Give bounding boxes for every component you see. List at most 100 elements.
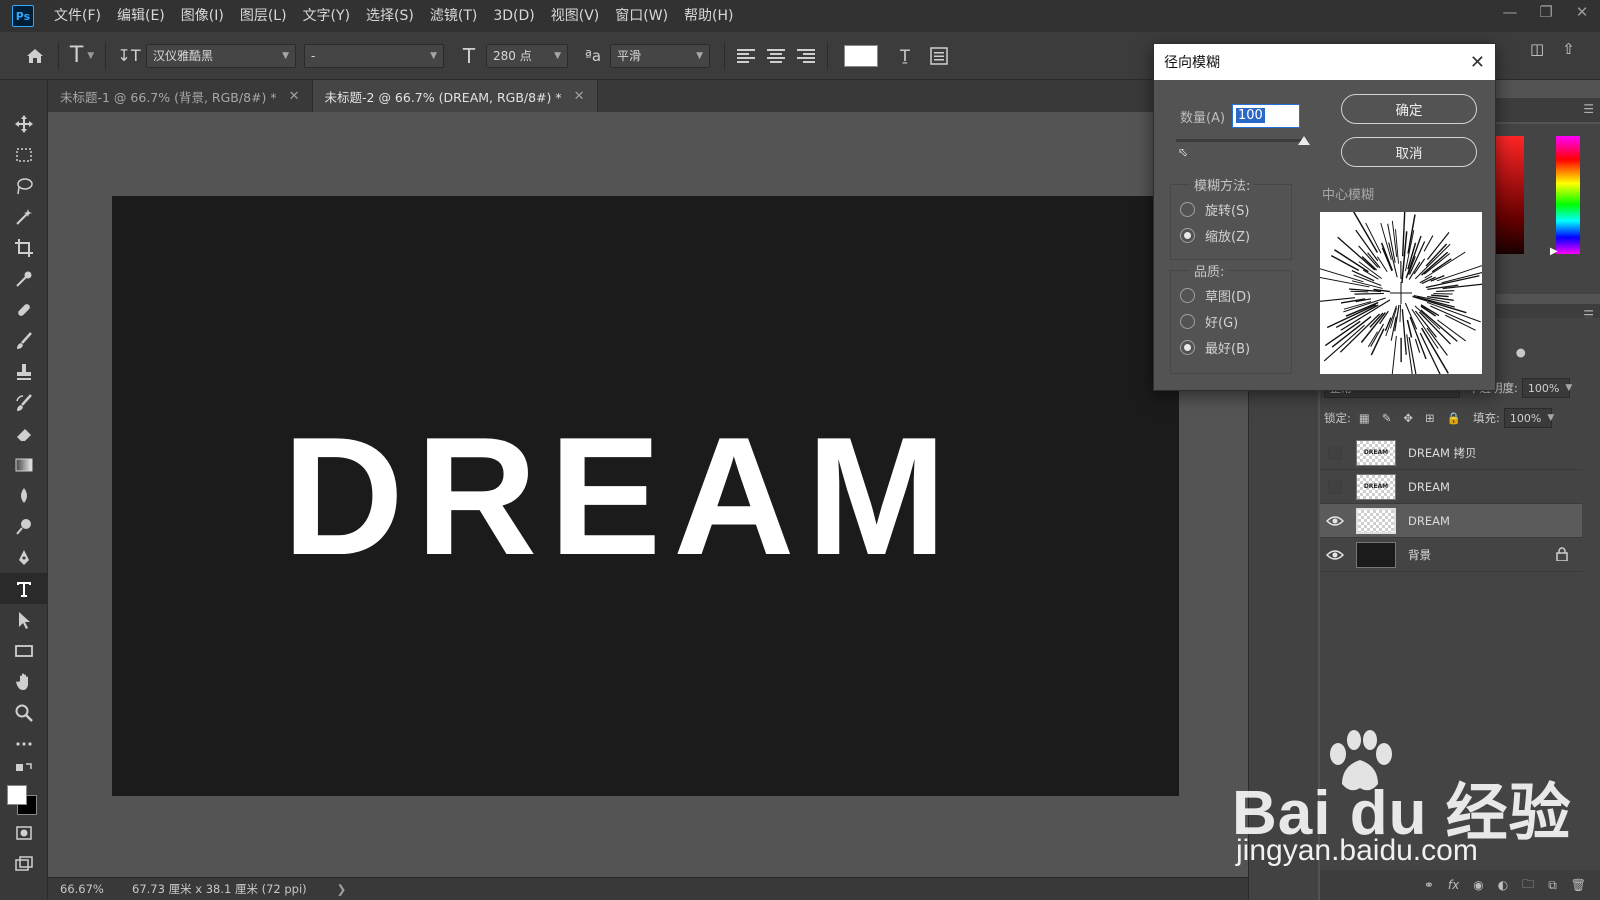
blur-tool-icon[interactable] [0,480,48,511]
home-icon[interactable] [18,39,52,73]
visibility-toggle[interactable] [1320,504,1350,538]
type-tool-icon[interactable] [0,573,48,604]
trash-icon[interactable]: 🗑 [1571,878,1586,892]
minimize-icon[interactable]: — [1492,0,1528,24]
layer-row[interactable]: DREAM DREAM [1320,470,1582,504]
visibility-toggle[interactable] [1320,470,1350,504]
magic-wand-icon[interactable] [0,201,48,232]
radio-button[interactable] [1180,202,1195,217]
slider-handle[interactable] [1298,136,1310,145]
marquee-tool-icon[interactable] [0,139,48,170]
healing-brush-icon[interactable] [0,294,48,325]
fill-input[interactable]: 100% ▼ [1503,408,1554,428]
dodge-tool-icon[interactable] [0,511,48,542]
move-tool-icon[interactable] [0,108,48,139]
text-orientation-icon[interactable]: ↧T [112,39,146,73]
quality-best-option[interactable]: 最好(B) [1180,338,1250,357]
share-icon[interactable]: ⇧ [1562,40,1575,58]
lock-position-icon[interactable]: ✥ [1403,411,1413,425]
antialias-select[interactable]: 平滑 ▼ [610,43,710,68]
menu-edit[interactable]: 编辑(E) [109,0,173,32]
lock-all-icon[interactable]: 🔒 [1447,411,1461,425]
visibility-toggle[interactable] [1320,538,1350,572]
radio-button-checked[interactable] [1180,340,1195,355]
quality-draft-option[interactable]: 草图(D) [1180,286,1251,305]
character-panel-icon[interactable] [922,39,956,73]
font-style-select[interactable]: - ▼ [304,43,444,68]
align-left-icon[interactable] [731,39,761,73]
opacity-input[interactable]: 100% ▼ [1521,378,1572,398]
quick-mask-icon[interactable] [0,817,48,848]
menu-image[interactable]: 图像(I) [173,0,232,32]
zoom-level[interactable]: 66.67% [48,882,120,896]
history-brush-icon[interactable] [0,387,48,418]
panel-menu-icon[interactable]: ☰ [1583,102,1594,116]
close-tab-icon[interactable]: ✕ [289,89,300,104]
gradient-tool-icon[interactable] [0,449,48,480]
menu-help[interactable]: 帮助(H) [676,0,741,32]
align-center-icon[interactable] [761,39,791,73]
new-group-icon[interactable]: 🗀 [1522,875,1534,896]
adjustment-layer-icon[interactable]: ◐ [1498,878,1508,892]
layer-row-selected[interactable]: DREAM [1320,504,1582,538]
add-mask-icon[interactable]: ◉ [1473,878,1483,892]
close-tab-icon[interactable]: ✕ [574,89,585,104]
color-swatches[interactable] [0,781,48,817]
canvas-area[interactable]: DREAM [48,112,1248,877]
radio-button[interactable] [1180,288,1195,303]
chevron-right-icon[interactable]: ❯ [337,882,347,896]
workspace-icon[interactable]: ◫ [1530,40,1544,58]
close-icon[interactable]: ✕ [1470,52,1485,73]
eraser-tool-icon[interactable] [0,418,48,449]
tab-document-2[interactable]: 未标题-2 @ 66.7% (DREAM, RGB/8#) * ✕ [312,80,598,112]
hue-slider[interactable] [1556,136,1580,254]
quality-good-option[interactable]: 好(G) [1180,312,1238,331]
hue-marker-icon[interactable]: ▶ [1550,246,1558,257]
warp-text-icon[interactable]: Ṯ [888,39,922,73]
visibility-toggle[interactable] [1320,436,1350,470]
fx-icon[interactable]: fx [1448,878,1459,892]
method-spin-option[interactable]: 旋转(S) [1180,200,1249,219]
lock-artboard-icon[interactable]: ⊞ [1425,411,1435,425]
menu-window[interactable]: 窗口(W) [607,0,676,32]
cancel-button[interactable]: 取消 [1341,137,1477,167]
amount-input[interactable]: 100 [1232,104,1300,128]
rectangle-tool-icon[interactable] [0,635,48,666]
new-layer-icon[interactable]: ⧉ [1548,878,1557,893]
pen-tool-icon[interactable] [0,542,48,573]
method-zoom-option[interactable]: 缩放(Z) [1180,226,1250,245]
font-family-select[interactable]: 汉仪雅酷黑 ▼ [146,43,296,68]
link-layers-icon[interactable]: ⚭ [1424,878,1434,892]
lock-transparent-icon[interactable]: ▦ [1359,411,1370,425]
menu-3d[interactable]: 3D(D) [485,0,542,32]
menu-type[interactable]: 文字(Y) [295,0,358,32]
layer-row[interactable]: 背景 [1320,538,1582,572]
brush-tool-icon[interactable] [0,325,48,356]
layer-row[interactable]: DREAM DREAM 拷贝 [1320,436,1582,470]
document-canvas[interactable]: DREAM [112,196,1179,796]
menu-file[interactable]: 文件(F) [46,0,109,32]
hand-tool-icon[interactable] [0,666,48,697]
swap-colors-icon[interactable] [0,759,48,781]
amount-slider[interactable] [1176,139,1304,142]
menu-view[interactable]: 视图(V) [543,0,608,32]
clone-stamp-icon[interactable] [0,356,48,387]
blur-center-preview[interactable] [1320,212,1482,374]
close-window-icon[interactable]: ✕ [1564,0,1600,24]
radio-button[interactable] [1180,314,1195,329]
filter-toggle-icon[interactable]: ● [1516,345,1526,359]
eyedropper-icon[interactable] [0,263,48,294]
align-right-icon[interactable] [791,39,821,73]
type-tool-preset-icon[interactable]: T ▼ [65,39,99,73]
menu-filter[interactable]: 滤镜(T) [422,0,485,32]
more-tools-icon[interactable] [0,728,48,759]
font-size-select[interactable]: 280 点 ▼ [486,43,568,68]
path-selection-icon[interactable] [0,604,48,635]
radio-button-checked[interactable] [1180,228,1195,243]
zoom-tool-icon[interactable] [0,697,48,728]
menu-layer[interactable]: 图层(L) [232,0,295,32]
lock-pixels-icon[interactable]: ✎ [1382,411,1392,425]
crop-tool-icon[interactable] [0,232,48,263]
screen-mode-icon[interactable] [0,848,48,879]
tab-document-1[interactable]: 未标题-1 @ 66.7% (背景, RGB/8#) * ✕ [48,80,313,112]
